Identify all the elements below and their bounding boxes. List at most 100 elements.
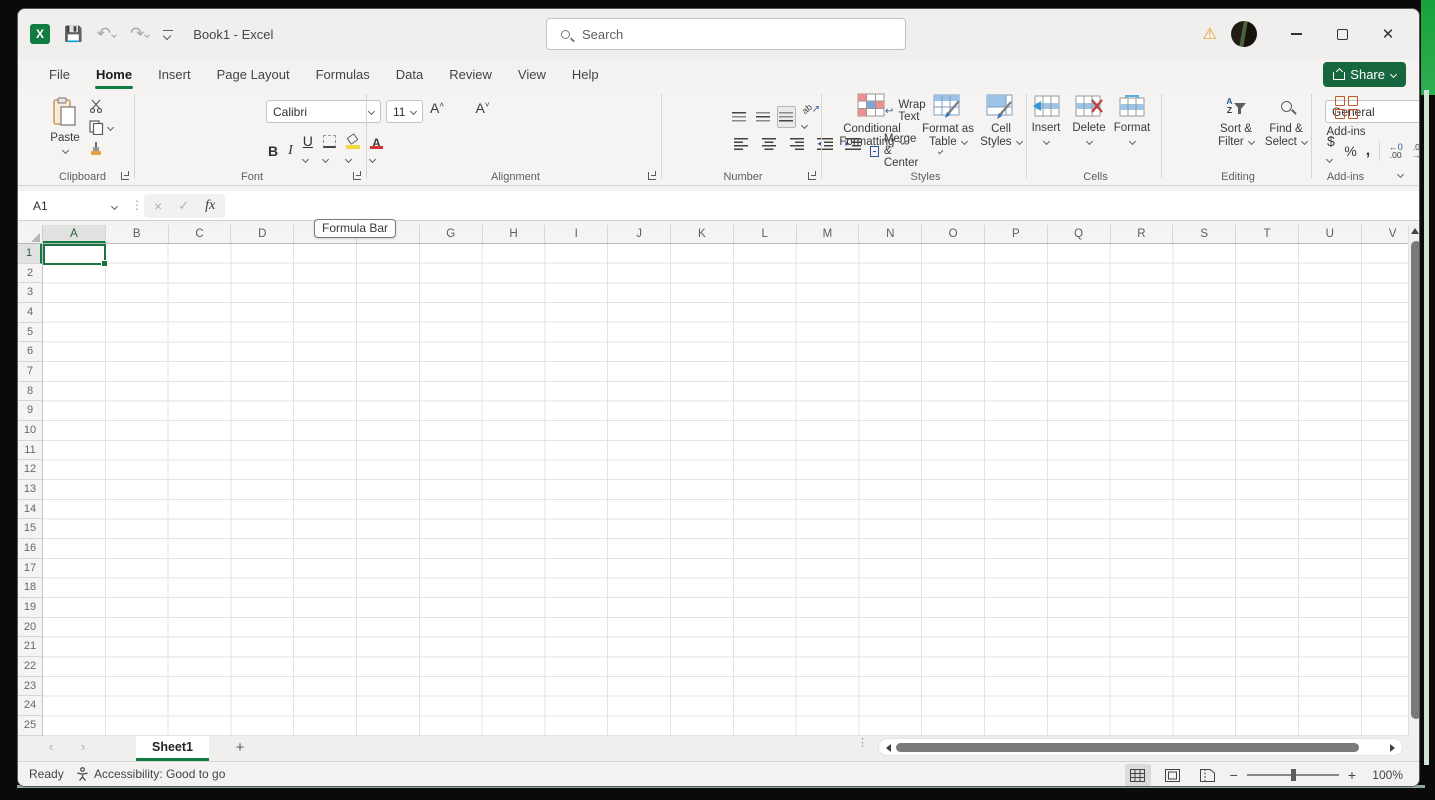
column-header-T[interactable]: T [1236,225,1299,243]
previous-sheet-button[interactable]: ‹ [42,739,60,754]
column-header-K[interactable]: K [671,225,734,243]
confirm-entry-button[interactable]: ✓ [178,198,189,214]
zoom-in-button[interactable]: + [1348,767,1356,783]
collapse-ribbon-icon[interactable] [1397,171,1404,178]
row-header-6[interactable]: 6 [18,342,42,362]
zoom-slider-handle[interactable] [1291,769,1296,781]
row-header-5[interactable]: 5 [18,323,42,343]
customize-quick-access-toolbar-icon[interactable] [163,30,173,38]
row-header-19[interactable]: 19 [18,598,42,618]
new-sheet-button[interactable]: + [230,739,250,756]
tab-home[interactable]: Home [83,59,145,89]
row-header-22[interactable]: 22 [18,657,42,677]
row-header-14[interactable]: 14 [18,500,42,520]
sheet-tab-sheet1[interactable]: Sheet1 [136,736,209,761]
minimize-button[interactable] [1273,9,1319,59]
insert-cells-button[interactable]: Insert [1024,95,1068,144]
close-button[interactable]: ✕ [1365,9,1411,59]
column-header-M[interactable]: M [797,225,860,243]
number-dialog-launcher-icon[interactable] [808,172,816,180]
copy-button[interactable] [89,120,113,135]
zoom-out-button[interactable]: − [1230,767,1238,783]
row-header-10[interactable]: 10 [18,421,42,441]
tab-file[interactable]: File [36,59,83,89]
clipboard-dialog-launcher-icon[interactable] [121,172,129,180]
save-icon[interactable]: 💾 [64,25,83,43]
search-input[interactable]: Search [546,18,906,50]
scroll-up-icon[interactable] [1411,228,1419,234]
column-header-U[interactable]: U [1299,225,1362,243]
insert-function-button[interactable]: fx [205,198,215,214]
column-header-D[interactable]: D [231,225,294,243]
warning-icon[interactable]: ⚠ [1203,24,1217,44]
tab-insert[interactable]: Insert [145,59,204,89]
format-painter-button[interactable] [89,142,113,156]
column-header-N[interactable]: N [859,225,922,243]
column-header-C[interactable]: C [169,225,232,243]
alignment-dialog-launcher-icon[interactable] [648,172,656,180]
conditional-formatting-button[interactable]: Conditional Formatting [831,93,913,149]
tab-data[interactable]: Data [383,59,436,89]
undo-button[interactable]: ↶ [97,24,116,44]
row-header-21[interactable]: 21 [18,637,42,657]
row-header-20[interactable]: 20 [18,618,42,638]
underline-button[interactable]: U [303,133,313,169]
row-header-12[interactable]: 12 [18,460,42,480]
fill-color-button[interactable] [346,133,360,169]
column-header-G[interactable]: G [420,225,483,243]
cut-button[interactable] [89,99,113,113]
vertical-scrollbar-thumb[interactable] [1411,241,1421,719]
format-as-table-button[interactable]: Format as Table [917,93,979,149]
page-layout-view-button[interactable] [1160,764,1186,786]
next-sheet-button[interactable]: › [74,739,92,754]
row-header-7[interactable]: 7 [18,362,42,382]
font-dialog-launcher-icon[interactable] [353,172,361,180]
font-name-combobox[interactable]: Calibri [266,100,381,123]
column-header-J[interactable]: J [608,225,671,243]
share-button[interactable]: Share [1323,62,1406,87]
name-box-resize-handle[interactable]: ⋮ [131,198,143,212]
selected-cell[interactable] [43,244,106,265]
scroll-right-icon[interactable] [1390,744,1395,752]
column-header-Q[interactable]: Q [1048,225,1111,243]
column-header-I[interactable]: I [545,225,608,243]
select-all-corner[interactable] [18,225,43,244]
column-header-L[interactable]: L [734,225,797,243]
accessibility-status[interactable]: Accessibility: Good to go [76,767,225,781]
cell-styles-button[interactable]: Cell Styles [977,93,1025,149]
column-header-B[interactable]: B [106,225,169,243]
addins-button[interactable]: Add-ins [1321,93,1371,139]
column-header-H[interactable]: H [483,225,546,243]
column-header-A[interactable]: A [43,225,106,243]
vertical-scrollbar[interactable] [1408,225,1420,739]
tab-formulas[interactable]: Formulas [303,59,383,89]
row-header-13[interactable]: 13 [18,480,42,500]
sort-and-filter-button[interactable]: AZ Sort & Filter [1213,93,1259,149]
row-header-24[interactable]: 24 [18,696,42,716]
row-header-15[interactable]: 15 [18,519,42,539]
paste-button[interactable]: Paste [45,95,85,167]
horizontal-scrollbar[interactable] [878,738,1403,756]
row-header-18[interactable]: 18 [18,578,42,598]
bold-button[interactable]: B [268,143,278,159]
column-header-P[interactable]: P [985,225,1048,243]
spreadsheet-cells[interactable] [43,244,1408,736]
row-header-2[interactable]: 2 [18,264,42,284]
excel-app-icon[interactable]: X [30,24,50,44]
name-box[interactable]: A1 [25,194,125,218]
tab-help[interactable]: Help [559,59,612,89]
row-header-16[interactable]: 16 [18,539,42,559]
borders-button[interactable] [323,133,336,169]
row-header-3[interactable]: 3 [18,283,42,303]
row-header-17[interactable]: 17 [18,559,42,579]
cancel-entry-button[interactable]: × [154,198,162,214]
decrease-decimal-button[interactable]: .00→0 [1412,143,1420,159]
row-header-1[interactable]: 1 [18,244,42,264]
tab-review[interactable]: Review [436,59,505,89]
column-header-S[interactable]: S [1173,225,1236,243]
italic-button[interactable]: I [288,143,293,159]
increase-decimal-button[interactable]: ←0.00 [1389,143,1403,159]
column-header-V[interactable]: V [1362,225,1408,243]
redo-button[interactable]: ↷ [130,24,149,44]
tab-page-layout[interactable]: Page Layout [204,59,303,89]
